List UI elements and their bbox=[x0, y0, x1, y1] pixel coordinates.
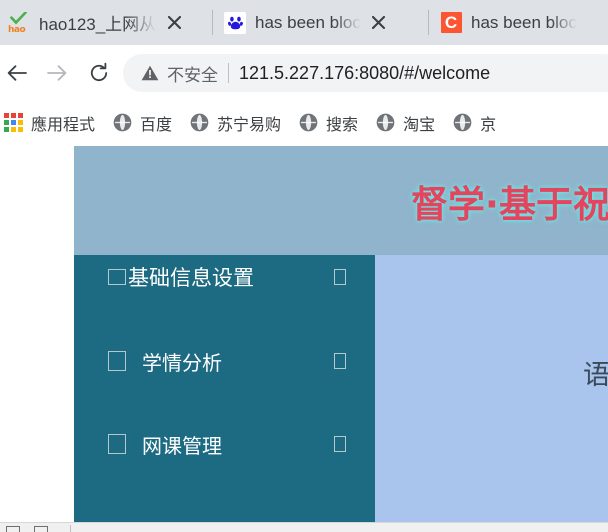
bookmark-label: 搜索 bbox=[326, 116, 359, 134]
globe-icon bbox=[113, 113, 132, 132]
bookmark-label: 百度 bbox=[140, 116, 173, 134]
bookmark-search[interactable]: 搜索 bbox=[299, 108, 358, 138]
url-text[interactable]: 121.5.227.176:8080/#/welcome bbox=[239, 63, 490, 84]
globe-icon bbox=[190, 113, 209, 132]
globe-icon bbox=[453, 113, 472, 132]
back-button[interactable] bbox=[2, 58, 32, 88]
tab-separator bbox=[428, 10, 429, 35]
sidebar-item-label: 基础信息设置 bbox=[128, 266, 254, 290]
chevron-box-icon bbox=[334, 436, 346, 452]
globe-glyph bbox=[190, 113, 209, 132]
tab-title: hao123_上网从 bbox=[39, 15, 157, 34]
tab-close-button[interactable] bbox=[369, 13, 389, 33]
tofu-box-icon bbox=[108, 434, 126, 454]
sidebar-item-label: 网课管理 bbox=[142, 433, 222, 458]
bookmark-label: 應用程式 bbox=[31, 116, 96, 134]
globe-glyph bbox=[113, 113, 132, 132]
bookmarks-bar: 應用程式 百度 苏宁易购 搜索 淘宝 京 bbox=[0, 100, 608, 145]
bookmark-baidu[interactable]: 百度 bbox=[113, 108, 172, 138]
globe-glyph bbox=[376, 113, 395, 132]
main-content-panel: 语 bbox=[375, 255, 608, 522]
bookmark-jd[interactable]: 京 bbox=[453, 108, 496, 138]
close-icon bbox=[167, 16, 181, 29]
browser-tab-1[interactable]: hao hao123_上网从 bbox=[4, 0, 228, 45]
bookmark-label: 淘宝 bbox=[403, 116, 436, 134]
paw-glyph bbox=[227, 16, 243, 30]
chevron-box-icon bbox=[334, 269, 346, 285]
omnibox-divider bbox=[228, 63, 229, 83]
tab-title: has been bloc bbox=[255, 12, 361, 32]
bookmark-taobao[interactable]: 淘宝 bbox=[376, 108, 435, 138]
site-banner: 督学·基于祝 bbox=[74, 146, 608, 255]
os-taskbar bbox=[0, 522, 608, 532]
green-check-icon bbox=[10, 11, 27, 25]
taskbar-separator bbox=[70, 525, 71, 532]
bookmark-label: 苏宁易购 bbox=[217, 116, 282, 134]
globe-glyph bbox=[453, 113, 472, 132]
browser-toolbar: 不安全 121.5.227.176:8080/#/welcome bbox=[0, 45, 608, 100]
taskbar-icon-2[interactable] bbox=[34, 526, 48, 532]
reload-button[interactable] bbox=[84, 58, 114, 88]
security-label: 不安全 bbox=[167, 65, 218, 85]
close-icon bbox=[372, 16, 386, 29]
taskbar-icon-1[interactable] bbox=[6, 526, 20, 532]
globe-icon bbox=[376, 113, 395, 132]
browser-window: hao hao123_上网从 has been bloc C has been … bbox=[0, 0, 608, 532]
sidebar-item-learning-analysis[interactable]: 学情分析 bbox=[74, 339, 375, 383]
content-text: 语 bbox=[583, 360, 608, 391]
forward-button[interactable] bbox=[42, 58, 72, 88]
warning-triangle-icon bbox=[141, 65, 159, 81]
hao123-favicon: hao bbox=[8, 11, 30, 35]
hao-wordmark: hao bbox=[8, 24, 26, 35]
apps-grid-icon bbox=[4, 113, 23, 132]
sidebar-menu: 基础信息设置 学情分析 网课管理 bbox=[74, 255, 375, 522]
browser-tab-2[interactable]: has been bloc bbox=[220, 0, 444, 45]
browser-tab-3[interactable]: C has been bloc bbox=[436, 0, 608, 45]
sidebar-item-online-course-management[interactable]: 网课管理 bbox=[74, 422, 375, 466]
baidu-paw-icon bbox=[224, 11, 246, 34]
address-bar[interactable]: 不安全 121.5.227.176:8080/#/welcome bbox=[123, 54, 608, 92]
tab-separator bbox=[212, 10, 213, 35]
bookmark-suning[interactable]: 苏宁易购 bbox=[190, 108, 281, 138]
site-title: 督学·基于祝 bbox=[410, 182, 608, 226]
bookmark-label: 京 bbox=[480, 116, 497, 134]
globe-glyph bbox=[299, 113, 318, 132]
forward-arrow-icon bbox=[47, 65, 67, 81]
tofu-box-icon bbox=[108, 351, 126, 371]
csdn-c-icon: C bbox=[440, 12, 462, 33]
tab-title: has been bloc bbox=[471, 12, 577, 32]
csdn-favicon: C bbox=[440, 12, 462, 34]
reload-icon bbox=[90, 62, 108, 82]
web-page-content: 督学·基于祝 基础信息设置 学情分析 网课管理 语 https://blog. bbox=[0, 145, 608, 522]
not-secure-glyph bbox=[141, 65, 159, 81]
back-arrow-icon bbox=[7, 65, 27, 81]
bookmark-apps[interactable]: 應用程式 bbox=[4, 108, 95, 138]
globe-icon bbox=[299, 113, 318, 132]
tofu-box-icon bbox=[108, 269, 126, 285]
apps-grid-glyph bbox=[4, 113, 23, 132]
sidebar-item-basic-info-settings[interactable]: 基础信息设置 bbox=[74, 255, 375, 299]
tab-close-button[interactable] bbox=[164, 13, 184, 33]
sidebar-item-label: 学情分析 bbox=[142, 350, 222, 375]
baidu-favicon bbox=[224, 11, 246, 34]
chevron-box-icon bbox=[334, 353, 346, 369]
tab-strip: hao hao123_上网从 has been bloc C has been … bbox=[0, 0, 608, 45]
